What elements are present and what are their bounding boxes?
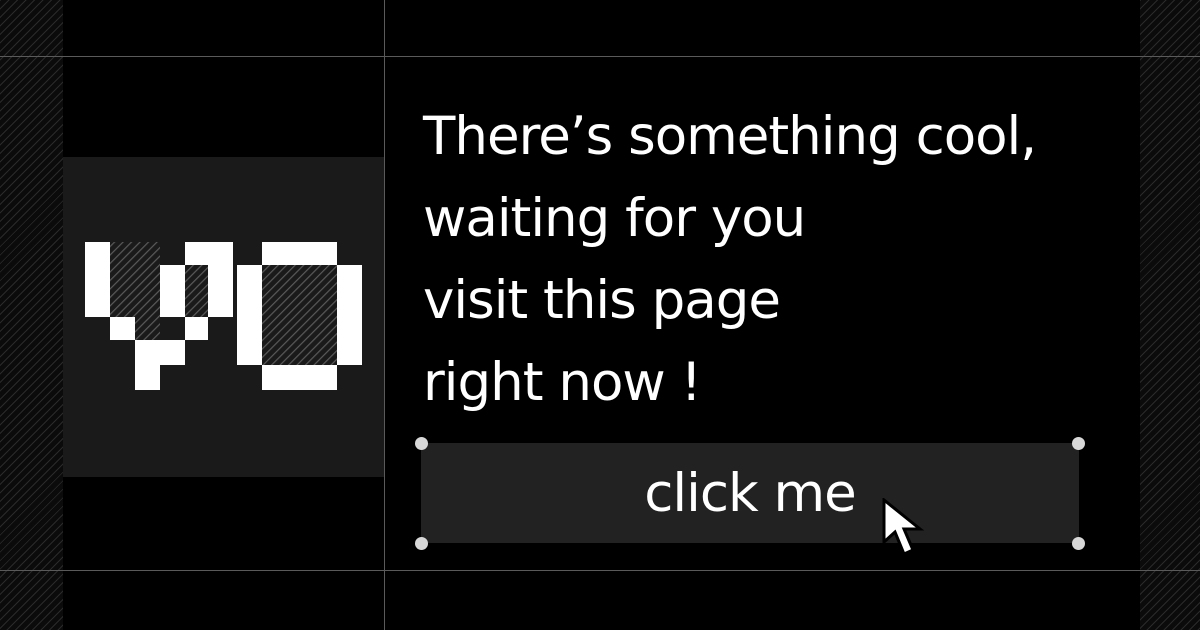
click-me-button[interactable]: click me: [421, 443, 1079, 543]
letter-v-icon: [85, 242, 233, 390]
right-hatched-border: [1140, 0, 1200, 630]
left-hatched-border: [0, 0, 63, 630]
selection-handle-icon: [415, 537, 428, 550]
selection-handle-icon: [415, 437, 428, 450]
bottom-guide-line: [0, 570, 1200, 571]
arrow-cursor-icon: [882, 498, 925, 556]
selection-handle-icon: [1072, 537, 1085, 550]
headline-line-1: There’s something cool,: [423, 106, 1037, 167]
letter-o-icon: [237, 242, 362, 390]
headline-line-3: visit this page: [423, 270, 781, 331]
center-guide-line: [384, 0, 385, 630]
selection-handle-icon: [1072, 437, 1085, 450]
top-guide-line: [0, 56, 1200, 57]
headline-line-2: waiting for you: [423, 188, 806, 249]
headline-line-4: right now !: [423, 352, 702, 413]
vo-pixel-logo-icon: [85, 242, 362, 390]
headline: There’s something cool, waiting for you …: [423, 96, 1123, 424]
logo-panel: [63, 157, 384, 477]
